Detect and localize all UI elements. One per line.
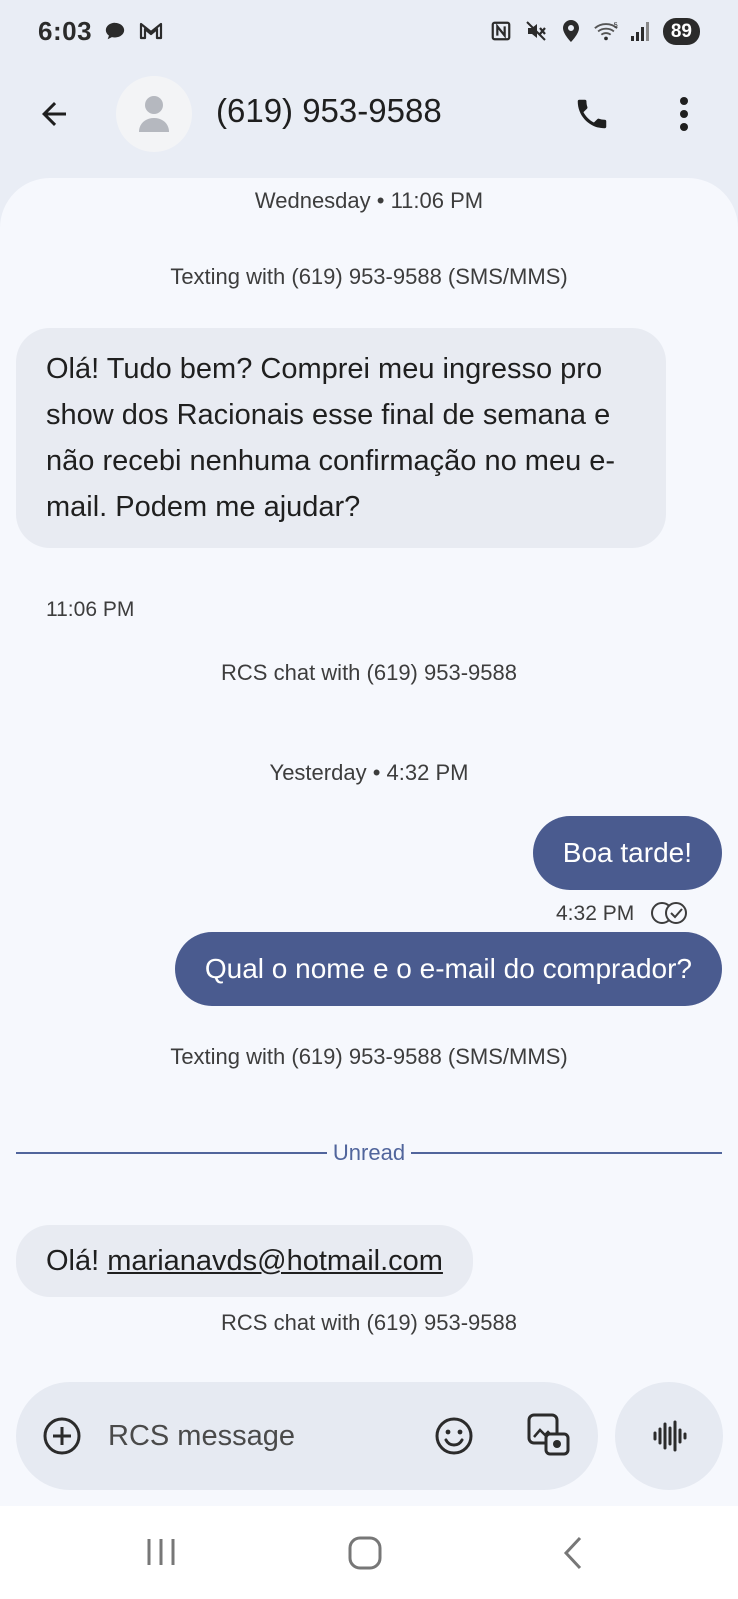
unread-divider: Unread bbox=[16, 1138, 722, 1168]
texting-mode-note: Texting with (619) 953-9588 (SMS/MMS) bbox=[170, 264, 568, 289]
attach-button[interactable] bbox=[40, 1414, 84, 1458]
location-icon bbox=[558, 18, 584, 44]
mute-icon bbox=[523, 18, 549, 44]
nfc-icon bbox=[488, 18, 514, 44]
message-timestamp: 11:06 PM bbox=[46, 598, 135, 621]
svg-text:5: 5 bbox=[613, 20, 618, 29]
message-input[interactable] bbox=[108, 1412, 408, 1460]
nav-back-button[interactable] bbox=[548, 1528, 598, 1578]
emoji-icon bbox=[435, 1417, 473, 1455]
wifi-icon: 5 bbox=[593, 18, 619, 44]
home-button[interactable] bbox=[340, 1528, 390, 1578]
status-right: 5 89 bbox=[488, 17, 700, 45]
message-timestamp: 4:32 PM bbox=[556, 902, 635, 925]
status-left: 6:03 bbox=[38, 16, 164, 47]
voice-message-button[interactable] bbox=[615, 1382, 723, 1490]
message-text: Olá! bbox=[46, 1245, 100, 1277]
phone-icon bbox=[577, 99, 607, 129]
recent-apps-button[interactable] bbox=[136, 1532, 186, 1572]
call-button[interactable] bbox=[568, 90, 616, 138]
gallery-icon bbox=[527, 1413, 570, 1456]
rcs-mode-note: RCS chat with (619) 953-9588 bbox=[221, 1310, 517, 1335]
more-options-button[interactable] bbox=[660, 90, 708, 138]
incoming-message-bubble[interactable]: Olá! marianavds@hotmail.com bbox=[16, 1225, 473, 1297]
conversation-panel[interactable]: Wednesday • 11:06 PM Texting with (619) … bbox=[0, 178, 738, 1506]
battery-badge: 89 bbox=[662, 17, 700, 45]
date-separator: Yesterday • 4:32 PM bbox=[269, 760, 469, 785]
add-circle-icon bbox=[43, 1417, 81, 1455]
avatar-person-icon bbox=[139, 96, 169, 132]
message-composer bbox=[16, 1382, 598, 1490]
chevron-left-icon bbox=[563, 1536, 582, 1570]
voice-waveform-icon bbox=[653, 1420, 687, 1452]
status-time: 6:03 bbox=[38, 15, 93, 46]
unread-label: Unread bbox=[332, 1140, 406, 1165]
back-arrow-icon bbox=[42, 102, 66, 126]
message-text: Olá! Tudo bem? Comprei meu ingresso pro … bbox=[46, 353, 616, 523]
avatar[interactable] bbox=[116, 76, 192, 152]
app-bar: (619) 953-9588 bbox=[0, 62, 738, 174]
divider-line bbox=[411, 1152, 722, 1154]
system-nav-bar bbox=[0, 1506, 738, 1599]
incoming-message-bubble[interactable]: Olá! Tudo bem? Comprei meu ingresso pro … bbox=[16, 328, 666, 548]
status-bar: 6:03 5 89 bbox=[0, 0, 738, 62]
home-icon bbox=[348, 1536, 382, 1570]
divider-line bbox=[16, 1152, 327, 1154]
signal-icon bbox=[628, 18, 654, 44]
texting-mode-note: Texting with (619) 953-9588 (SMS/MMS) bbox=[170, 1044, 568, 1069]
recent-apps-icon bbox=[147, 1539, 175, 1565]
delivered-check-icon bbox=[650, 900, 690, 931]
outgoing-message-bubble[interactable]: Boa tarde! bbox=[532, 816, 722, 890]
more-vert-icon bbox=[680, 97, 688, 131]
chat-bubble-icon bbox=[102, 18, 128, 44]
back-button[interactable] bbox=[30, 90, 78, 138]
rcs-mode-note: RCS chat with (619) 953-9588 bbox=[221, 660, 517, 685]
gallery-button[interactable] bbox=[524, 1410, 574, 1460]
emoji-button[interactable] bbox=[432, 1414, 476, 1458]
message-text: Boa tarde! bbox=[562, 837, 692, 868]
date-separator: Wednesday • 11:06 PM bbox=[254, 188, 484, 213]
outgoing-message-bubble[interactable]: Qual o nome e o e-mail do comprador? bbox=[174, 932, 722, 1006]
contact-title[interactable]: (619) 953-9588 bbox=[216, 92, 442, 130]
gmail-icon bbox=[138, 18, 164, 44]
email-link[interactable]: marianavds@hotmail.com bbox=[107, 1245, 443, 1277]
message-text: Qual o nome e o e-mail do comprador? bbox=[204, 953, 692, 984]
